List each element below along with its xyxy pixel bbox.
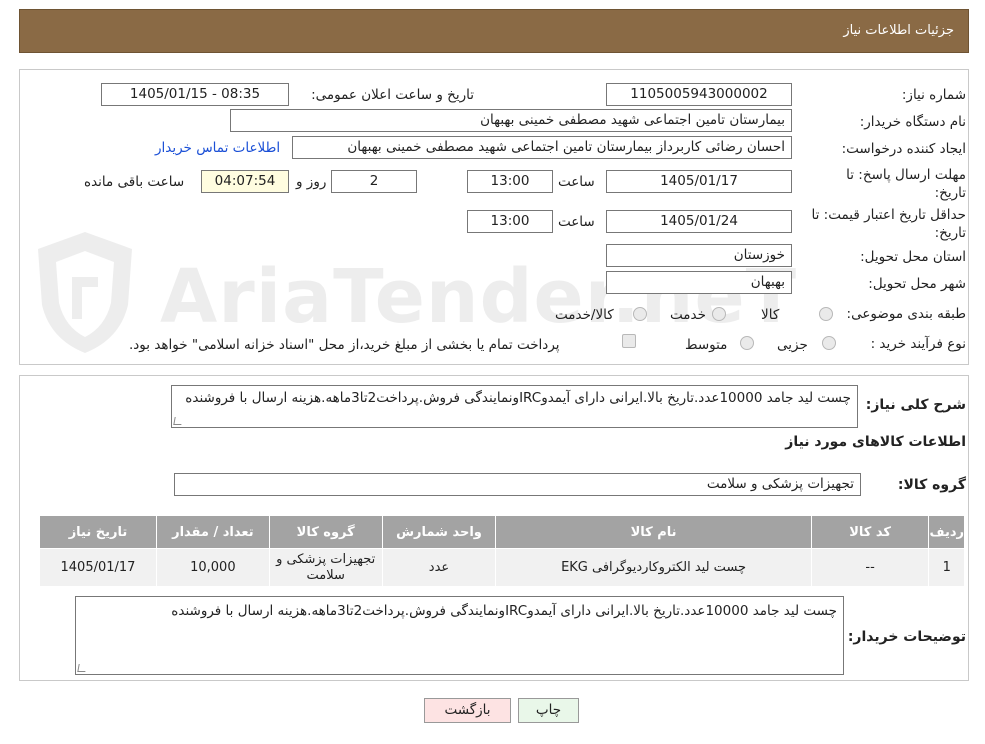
cell-need-date: 1405/01/17 bbox=[39, 548, 157, 587]
category-goods-label: کالا bbox=[761, 307, 780, 323]
col-row-number: ردیف bbox=[928, 515, 965, 549]
goods-group-label: گروه کالا: bbox=[897, 477, 966, 493]
need-number-field[interactable]: 1105005943000002 bbox=[606, 83, 792, 106]
announce-label: تاریخ و ساعت اعلان عمومی: bbox=[311, 87, 474, 103]
process-minor-label: جزیی bbox=[777, 337, 808, 353]
cell-group: تجهیزات پزشکی و سلامت bbox=[268, 548, 383, 587]
need-number-label: شماره نیاز: bbox=[901, 87, 966, 103]
buyer-contact-link[interactable]: اطلاعات تماس خریدار bbox=[155, 140, 280, 156]
requester-label: ایجاد کننده درخواست: bbox=[841, 141, 966, 157]
col-item-code: کد کالا bbox=[810, 515, 930, 549]
table-header-row: ردیف کد کالا نام کالا واحد شمارش گروه کا… bbox=[39, 515, 965, 549]
goods-section-title: اطلاعات کالاهای مورد نیاز bbox=[785, 434, 966, 450]
days-field[interactable]: 2 bbox=[331, 170, 417, 193]
category-goods-service-radio[interactable] bbox=[633, 307, 647, 321]
description-textarea[interactable]: چست لید جامد 10000عدد.تاریخ بالا.ایرانی … bbox=[171, 385, 858, 428]
category-service-radio[interactable] bbox=[712, 307, 726, 321]
resize-handle-icon[interactable] bbox=[173, 417, 183, 425]
category-goods-radio[interactable] bbox=[819, 307, 833, 321]
deadline-date-field[interactable]: 1405/01/17 bbox=[606, 170, 792, 193]
category-label: طبقه بندی موضوعی: bbox=[846, 306, 966, 322]
cell-quantity: 10,000 bbox=[155, 548, 270, 587]
buyer-org-field[interactable]: بیمارستان تامین اجتماعی شهید مصطفی خمینی… bbox=[230, 109, 792, 132]
requester-field[interactable]: احسان رضائی کاربرداز بیمارستان تامین اجت… bbox=[292, 136, 792, 159]
goods-table: ردیف کد کالا نام کالا واحد شمارش گروه کا… bbox=[39, 515, 965, 587]
cell-item-name: چست لید الکتروکاردیوگرافی EKG bbox=[495, 548, 812, 587]
page-title: جزئیات اطلاعات نیاز bbox=[843, 23, 954, 38]
announce-field[interactable]: 1405/01/15 - 08:35 bbox=[101, 83, 289, 106]
validity-date-field[interactable]: 1405/01/24 bbox=[606, 210, 792, 233]
province-label: استان محل تحویل: bbox=[860, 249, 966, 265]
deadline-time-field[interactable]: 13:00 bbox=[467, 170, 553, 193]
col-quantity: تعداد / مقدار bbox=[155, 515, 270, 549]
deadline-label: مهلت ارسال پاسخ: تا تاریخ: bbox=[846, 167, 966, 201]
category-service-label: خدمت bbox=[670, 307, 706, 323]
col-need-date: تاریخ نیاز bbox=[39, 515, 157, 549]
col-item-name: نام کالا bbox=[495, 515, 812, 549]
print-button[interactable]: چاپ bbox=[518, 698, 579, 723]
city-label: شهر محل تحویل: bbox=[868, 276, 966, 292]
remaining-time-label: ساعت باقی مانده bbox=[84, 174, 185, 190]
page-header: جزئیات اطلاعات نیاز bbox=[19, 9, 969, 53]
treasury-payment-note: پرداخت تمام یا بخشی از مبلغ خرید،از محل … bbox=[129, 337, 560, 353]
table-row[interactable]: 1 -- چست لید الکتروکاردیوگرافی EKG عدد ت… bbox=[39, 548, 965, 587]
treasury-payment-checkbox[interactable] bbox=[622, 334, 636, 348]
validity-time-label: ساعت bbox=[558, 214, 595, 230]
cell-row-number: 1 bbox=[928, 548, 965, 587]
remaining-time-field: 04:07:54 bbox=[201, 170, 289, 193]
validity-time-field[interactable]: 13:00 bbox=[467, 210, 553, 233]
cell-unit: عدد bbox=[381, 548, 497, 587]
description-text: چست لید جامد 10000عدد.تاریخ بالا.ایرانی … bbox=[185, 390, 851, 406]
days-label: روز و bbox=[296, 174, 327, 190]
buyer-notes-label: توضیحات خریدار: bbox=[847, 629, 966, 645]
process-medium-radio[interactable] bbox=[740, 336, 754, 350]
col-unit: واحد شمارش bbox=[381, 515, 497, 549]
resize-handle-icon[interactable] bbox=[77, 664, 87, 672]
city-field[interactable]: بهبهان bbox=[606, 271, 792, 294]
process-minor-radio[interactable] bbox=[822, 336, 836, 350]
validity-label: حداقل تاریخ اعتبار قیمت: تا تاریخ: bbox=[811, 207, 966, 241]
buyer-org-label: نام دستگاه خریدار: bbox=[859, 114, 966, 130]
goods-group-field[interactable]: تجهیزات پزشکی و سلامت bbox=[174, 473, 861, 496]
cell-item-code: -- bbox=[810, 548, 930, 587]
category-goods-service-label: کالا/خدمت bbox=[555, 307, 614, 323]
buyer-notes-textarea[interactable]: چست لید جامد 10000عدد.تاریخ بالا.ایرانی … bbox=[75, 596, 844, 675]
process-label: نوع فرآیند خرید : bbox=[870, 336, 966, 352]
deadline-time-label: ساعت bbox=[558, 174, 595, 190]
back-button[interactable]: بازگشت bbox=[424, 698, 511, 723]
description-label: شرح کلی نیاز: bbox=[865, 397, 966, 413]
col-group: گروه کالا bbox=[268, 515, 383, 549]
province-field[interactable]: خوزستان bbox=[606, 244, 792, 267]
buyer-notes-text: چست لید جامد 10000عدد.تاریخ بالا.ایرانی … bbox=[171, 603, 837, 619]
process-medium-label: متوسط bbox=[685, 337, 728, 353]
